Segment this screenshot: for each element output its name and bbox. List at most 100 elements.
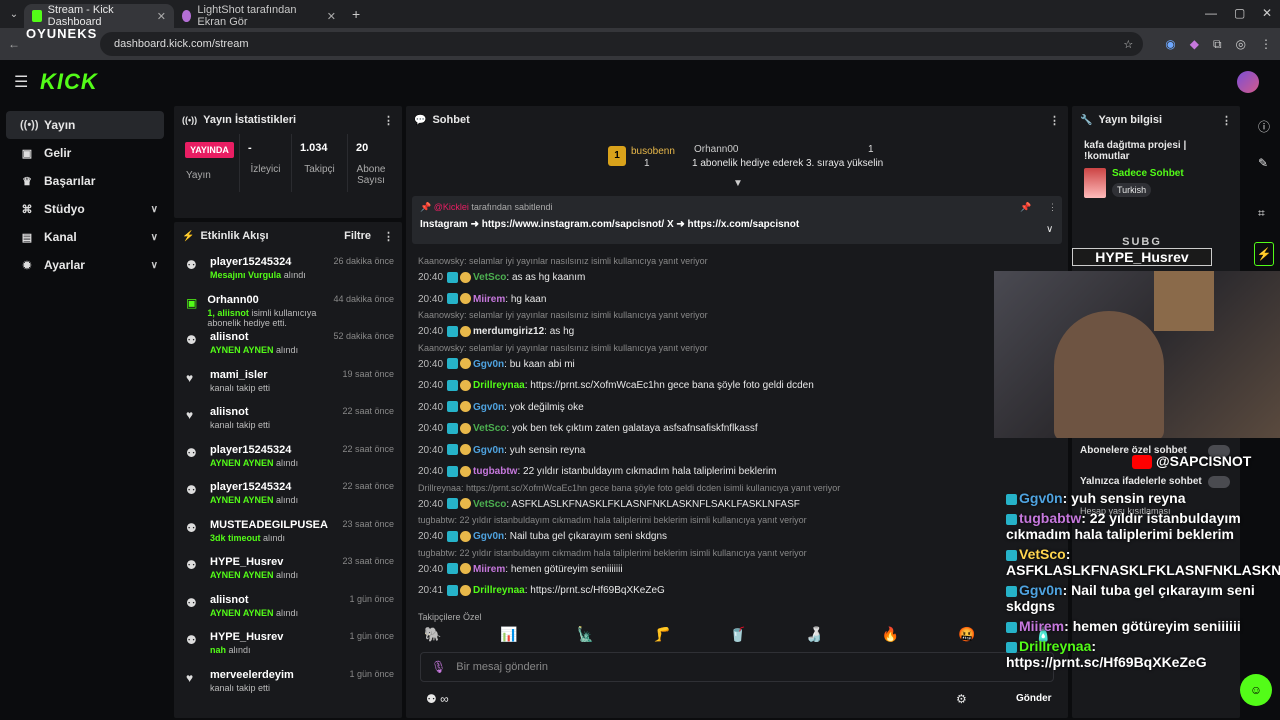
collapse-arrow-icon[interactable]: ▼ [733, 178, 743, 189]
user-avatar[interactable] [1237, 71, 1259, 93]
reply-context[interactable]: Kaanowsky: selamlar iyi yayınlar nasılsı… [414, 310, 1054, 321]
chat-message[interactable]: 20:40 Ggv0n: yok değilmiş oke [414, 397, 1054, 419]
tab-close-icon[interactable]: ✕ [147, 10, 166, 23]
activity-item[interactable]: ♥ merveelerdeyim kanalı takip etti 1 gün… [174, 663, 402, 701]
tab-lightshot[interactable]: LightShot tarafından Ekran Gör ✕ [174, 4, 344, 28]
chat-username[interactable]: Ggv0n [473, 359, 504, 370]
chat-message[interactable]: 20:41 Drillreynaa: https://prnt.sc/Hf69Bq… [414, 580, 1054, 602]
tab-search-icon[interactable]: ⌄ [4, 9, 24, 20]
reply-context[interactable]: tugbabtw: 22 yıldır istanbuldayım cıkmad… [414, 515, 1054, 526]
chat-input[interactable]: 🎙 Bir mesaj gönderin [420, 652, 1054, 682]
emote-icon[interactable]: 🦵 [653, 626, 670, 643]
chat-message[interactable]: 20:40 Miirem: hg kaan [414, 289, 1054, 311]
browser-menu-icon[interactable]: ⋮ [1260, 37, 1272, 51]
chat-message[interactable]: 20:40 VetSco: ASFKLASLKFNASKLFKLASNFNKLAS… [414, 494, 1054, 516]
extension-icon[interactable]: ◉ [1165, 37, 1175, 51]
sidebar-item-yayin[interactable]: ((•)) Yayın [6, 111, 164, 139]
emote-icon[interactable]: 🐘 [424, 626, 441, 643]
chat-username[interactable]: Ggv0n [473, 445, 504, 456]
emote-icon[interactable]: 🗽 [577, 626, 594, 643]
language-tag[interactable]: Turkish [1112, 183, 1152, 197]
toggle-row[interactable]: Yalnızca ifadelerle sohbet [1080, 476, 1202, 487]
settings-gear-icon[interactable]: ⚙ [956, 692, 967, 706]
edit-icon[interactable]: ✎ [1258, 156, 1268, 170]
tab-close-icon[interactable]: ✕ [317, 10, 336, 23]
sidebar-item-studyo[interactable]: ⌘ Stüdyo ∨ [6, 195, 164, 223]
back-icon[interactable]: ← [8, 37, 20, 51]
minimize-icon[interactable]: — [1205, 6, 1217, 20]
chat-username[interactable]: Miirem [473, 564, 505, 575]
lightning-icon[interactable]: ⚡ [1254, 242, 1274, 266]
more-options-icon[interactable]: ⋮ [1048, 202, 1057, 213]
emote-icon[interactable]: 🔥 [882, 626, 899, 643]
emote-icon[interactable]: 🍶 [806, 626, 823, 643]
chat-message[interactable]: 20:40 Ggv0n: bu kaan abi mi [414, 354, 1054, 376]
chat-message[interactable]: 20:40 merdumgiriz12: as hg [414, 321, 1054, 343]
new-tab-icon[interactable]: + [352, 6, 360, 22]
sidebar-item-basarilar[interactable]: ♛ Başarılar [6, 167, 164, 195]
chat-message[interactable]: 20:40 Ggv0n: yuh sensin reyna [414, 440, 1054, 462]
reply-context[interactable]: Kaanowsky: selamlar iyi yayınlar nasılsı… [414, 343, 1054, 354]
chat-username[interactable]: merdumgiriz12 [473, 326, 544, 337]
reply-context[interactable]: Kaanowsky: selamlar iyi yayınlar nasılsı… [414, 256, 1054, 267]
chat-username[interactable]: VetSco [473, 499, 506, 510]
crop-icon[interactable]: ⌗ [1258, 206, 1265, 221]
profile-icon[interactable]: ◎ [1236, 37, 1246, 51]
send-button[interactable]: Gönder [1016, 693, 1052, 704]
activity-item[interactable]: ⚉ player15245324 Mesajını Vurgula alındı… [174, 250, 402, 288]
tab-kick-dashboard[interactable]: Stream - Kick Dashboard ✕ [24, 4, 174, 28]
chat-username[interactable]: Ggv0n [473, 402, 504, 413]
activity-item[interactable]: ⚉ MUSTEADEGILPUSEA 3dk timeout alındı 23… [174, 513, 402, 551]
more-options-icon[interactable]: ⋮ [383, 230, 394, 243]
activity-item[interactable]: ⚉ player15245324 AYNEN AYNEN alındı 22 s… [174, 438, 402, 476]
chat-message[interactable]: 20:40 Ggv0n: Nail tuba gel çıkarayım seni… [414, 526, 1054, 548]
more-options-icon[interactable]: ⋮ [383, 114, 394, 127]
hamburger-menu-icon[interactable]: ☰ [14, 72, 28, 92]
leaderboard-user[interactable]: busobenn [631, 146, 675, 157]
filter-button[interactable]: Filtre [344, 230, 371, 242]
close-window-icon[interactable]: ✕ [1262, 6, 1272, 20]
kick-logo[interactable]: KICK [40, 69, 98, 95]
sidebar-item-ayarlar[interactable]: ✹ Ayarlar ∨ [6, 251, 164, 279]
sidebar-item-kanal[interactable]: ▤ Kanal ∨ [6, 223, 164, 251]
activity-item[interactable]: ♥ mami_isler kanalı takip etti 19 saat ö… [174, 363, 402, 401]
toggle-switch[interactable] [1208, 476, 1230, 488]
activity-item[interactable]: ⚉ HYPE_Husrev nah alındı 1 gün önce [174, 625, 402, 663]
emote-icon[interactable]: 📊 [500, 626, 517, 643]
unpin-icon[interactable]: 📌 [1020, 202, 1031, 213]
expand-chevron-icon[interactable]: ∨ [1046, 224, 1053, 235]
extension-icon[interactable]: ◆ [1190, 37, 1199, 51]
emote-icon[interactable]: 🥤 [729, 626, 746, 643]
bookmark-star-icon[interactable]: ☆ [1123, 38, 1133, 51]
address-bar[interactable]: dashboard.kick.com/stream ☆ [100, 32, 1144, 56]
more-options-icon[interactable]: ⋮ [1221, 114, 1232, 127]
chat-message[interactable]: 20:40 VetSco: as as hg kaanım [414, 267, 1054, 289]
chat-message[interactable]: 20:40 Miirem: hemen götüreyim seniiiiiii [414, 559, 1054, 581]
gift-icon[interactable]: ⚉ ∞ [426, 692, 449, 706]
support-chat-icon[interactable]: ☺ [1240, 674, 1272, 706]
chat-message[interactable]: 20:40 VetSco: yok ben tek çıktım zaten ga… [414, 418, 1054, 440]
extensions-puzzle-icon[interactable]: ⧉ [1213, 37, 1222, 52]
activity-item[interactable]: ⚉ player15245324 AYNEN AYNEN alındı 22 s… [174, 475, 402, 513]
activity-item[interactable]: ⚉ aliisnot AYNEN AYNEN alındı 52 dakika … [174, 325, 402, 363]
chat-message[interactable]: 20:40 tugbabtw: 22 yıldır istanbuldayım c… [414, 461, 1054, 483]
category-name[interactable]: Sadece Sohbet [1112, 168, 1184, 179]
chat-username[interactable]: VetSco [473, 423, 506, 434]
activity-item[interactable]: ⚉ aliisnot AYNEN AYNEN alındı 1 gün önce [174, 588, 402, 626]
chat-username[interactable]: tugbabtw [473, 466, 517, 477]
chat-username[interactable]: Drillreynaa [473, 380, 525, 391]
chat-username[interactable]: VetSco [473, 272, 506, 283]
chat-message[interactable]: 20:40 Drillreynaa: https://prnt.sc/XofmWc… [414, 375, 1054, 397]
sidebar-item-gelir[interactable]: ▣ Gelir [6, 139, 164, 167]
more-options-icon[interactable]: ⋮ [1049, 114, 1060, 127]
info-icon[interactable]: ⓘ [1258, 118, 1270, 135]
emote-icon[interactable]: 🤬 [958, 626, 975, 643]
chat-username[interactable]: Ggv0n [473, 531, 504, 542]
chat-username[interactable]: Drillreynaa [473, 585, 525, 596]
reply-context[interactable]: tugbabtw: 22 yıldır istanbuldayım cıkmad… [414, 548, 1054, 559]
chat-username[interactable]: Miirem [473, 294, 505, 305]
activity-item[interactable]: ▣ Orhann00 1, aliisnot isimli kullanıcıy… [174, 288, 402, 328]
microphone-icon[interactable]: 🎙 [431, 660, 446, 674]
reply-context[interactable]: Drillreynaa: https://prnt.sc/XofmWcaEc1h… [414, 483, 1054, 494]
activity-item[interactable]: ⚉ HYPE_Husrev AYNEN AYNEN alındı 23 saat… [174, 550, 402, 588]
